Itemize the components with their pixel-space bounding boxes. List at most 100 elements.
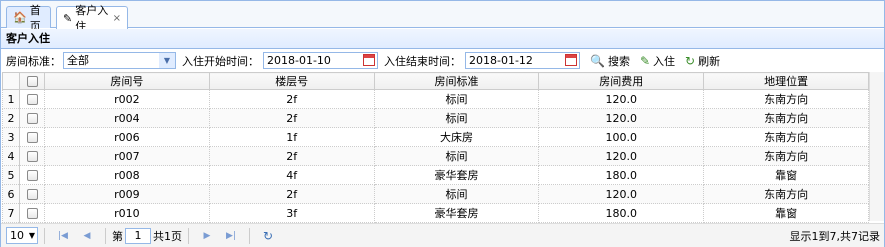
checkin-icon: ✎ xyxy=(63,11,73,25)
cell-fee: 120.0 xyxy=(538,146,705,166)
row-checkbox[interactable] xyxy=(19,165,45,185)
cell-std: 标间 xyxy=(373,108,540,128)
cell-fee: 180.0 xyxy=(538,165,705,185)
search-icon: 🔍 xyxy=(590,53,605,68)
calendar-icon[interactable] xyxy=(565,54,577,66)
search-button-label: 搜索 xyxy=(607,54,630,68)
table-row[interactable]: 3 r006 1f 大床房 100.0 东南方向 xyxy=(2,127,869,147)
col-location[interactable]: 地理位置 xyxy=(703,72,869,90)
table-row[interactable]: 1 r002 2f 标间 120.0 东南方向 xyxy=(2,89,869,109)
home-icon: 🏠 xyxy=(13,11,27,24)
cell-fee: 120.0 xyxy=(538,89,705,109)
next-page-icon[interactable]: ▶ xyxy=(199,231,215,241)
row-checkbox[interactable] xyxy=(19,89,45,109)
main-frame: 🏠 首页 ✎ 客户入住 × 客户入住 房间标准： 全部 ▼ 入住开始时间： 20… xyxy=(0,0,885,247)
select-all-checkbox[interactable] xyxy=(26,76,38,87)
row-checkbox-input[interactable] xyxy=(26,208,38,219)
row-checkbox[interactable] xyxy=(19,108,45,128)
refresh-button[interactable]: ↻ 刷新 xyxy=(685,53,720,69)
row-number: 1 xyxy=(2,89,20,109)
divider xyxy=(249,227,250,244)
room-std-select[interactable]: 全部 ▼ xyxy=(63,52,176,69)
cell-location: 靠窗 xyxy=(703,165,869,185)
close-icon[interactable]: × xyxy=(113,13,121,24)
cell-floor: 2f xyxy=(208,184,375,204)
tab-home[interactable]: 🏠 首页 xyxy=(6,4,51,33)
page-prefix: 第 xyxy=(112,229,123,243)
cell-std: 豪华套房 xyxy=(373,203,540,223)
end-date-value: 2018-01-12 xyxy=(469,54,533,67)
refresh-button-label: 刷新 xyxy=(698,54,721,68)
col-fee[interactable]: 房间费用 xyxy=(538,72,705,90)
row-checkbox[interactable] xyxy=(19,203,45,223)
vertical-scrollbar[interactable] xyxy=(869,72,884,221)
row-checkbox[interactable] xyxy=(19,146,45,166)
row-checkbox-input[interactable] xyxy=(26,189,38,200)
cell-room: r006 xyxy=(44,127,210,147)
room-std-value: 全部 xyxy=(67,54,89,67)
prev-page-icon[interactable]: ◀ xyxy=(79,231,95,241)
row-checkbox-input[interactable] xyxy=(26,170,38,181)
row-checkbox-input[interactable] xyxy=(26,151,38,162)
col-std[interactable]: 房间标准 xyxy=(373,72,540,90)
checkin-button-label: 入住 xyxy=(653,54,676,68)
page-total: 共1页 xyxy=(153,229,182,243)
page-size-select[interactable]: 10 ▼ xyxy=(6,227,38,244)
cell-fee: 120.0 xyxy=(538,108,705,128)
col-floor[interactable]: 楼层号 xyxy=(208,72,375,90)
last-page-icon[interactable]: ▶| xyxy=(223,231,239,241)
chevron-down-icon: ▼ xyxy=(28,231,35,240)
checkin-button[interactable]: ✎ 入住 xyxy=(640,53,675,69)
col-room[interactable]: 房间号 xyxy=(44,72,210,90)
table-row[interactable]: 5 r008 4f 豪华套房 180.0 靠窗 xyxy=(2,165,869,185)
cell-fee: 100.0 xyxy=(538,127,705,147)
page-number-input[interactable]: 1 xyxy=(125,227,151,244)
cell-room: r009 xyxy=(44,184,210,204)
search-button[interactable]: 🔍 搜索 xyxy=(590,53,630,69)
divider xyxy=(188,227,189,244)
table-row[interactable]: 6 r009 2f 标间 120.0 东南方向 xyxy=(2,184,869,204)
row-checkbox[interactable] xyxy=(19,184,45,204)
room-table: 房间号 楼层号 房间标准 房间费用 地理位置 1 r002 2f 标间 120.0 东南方… xyxy=(2,72,869,223)
table-row[interactable]: 2 r004 2f 标间 120.0 东南方向 xyxy=(2,108,869,128)
cell-floor: 1f xyxy=(208,127,375,147)
table-row[interactable]: 7 r010 3f 豪华套房 180.0 靠窗 xyxy=(2,203,869,223)
cell-location: 东南方向 xyxy=(703,89,869,109)
row-checkbox-input[interactable] xyxy=(26,94,38,105)
calendar-icon[interactable] xyxy=(363,54,375,66)
divider xyxy=(105,227,106,244)
select-all-header[interactable] xyxy=(19,72,45,90)
row-number: 7 xyxy=(2,203,20,223)
cell-fee: 120.0 xyxy=(538,184,705,204)
cell-std: 标间 xyxy=(373,89,540,109)
first-page-icon[interactable]: |◀ xyxy=(55,231,71,241)
pencil-icon: ✎ xyxy=(639,53,651,68)
cell-floor: 3f xyxy=(208,203,375,223)
cell-fee: 180.0 xyxy=(538,203,705,223)
cell-std: 标间 xyxy=(373,184,540,204)
end-date-input[interactable]: 2018-01-12 xyxy=(465,52,580,69)
table-row[interactable]: 4 r007 2f 标间 120.0 东南方向 xyxy=(2,146,869,166)
tab-checkin[interactable]: ✎ 客户入住 × xyxy=(56,4,128,33)
cell-room: r010 xyxy=(44,203,210,223)
tab-strip: 🏠 首页 ✎ 客户入住 × xyxy=(1,1,884,33)
cell-floor: 2f xyxy=(208,146,375,166)
cell-room: r004 xyxy=(44,108,210,128)
start-date-input[interactable]: 2018-01-10 xyxy=(263,52,378,69)
reload-icon[interactable]: ↻ xyxy=(260,229,276,243)
cell-location: 靠窗 xyxy=(703,203,869,223)
start-date-value: 2018-01-10 xyxy=(267,54,331,67)
row-checkbox[interactable] xyxy=(19,127,45,147)
row-checkbox-input[interactable] xyxy=(26,132,38,143)
data-grid: 房间号 楼层号 房间标准 房间费用 地理位置 1 r002 2f 标间 120.0 东南方… xyxy=(2,72,884,223)
table-header: 房间号 楼层号 房间标准 房间费用 地理位置 xyxy=(2,72,869,90)
row-checkbox-input[interactable] xyxy=(26,113,38,124)
cell-room: r002 xyxy=(44,89,210,109)
cell-std: 豪华套房 xyxy=(373,165,540,185)
page-info: 显示1到7,共7记录 xyxy=(789,229,881,243)
cell-std: 标间 xyxy=(373,146,540,166)
row-number: 2 xyxy=(2,108,20,128)
refresh-icon: ↻ xyxy=(685,53,696,68)
chevron-down-icon[interactable]: ▼ xyxy=(159,53,175,68)
cell-location: 东南方向 xyxy=(703,127,869,147)
